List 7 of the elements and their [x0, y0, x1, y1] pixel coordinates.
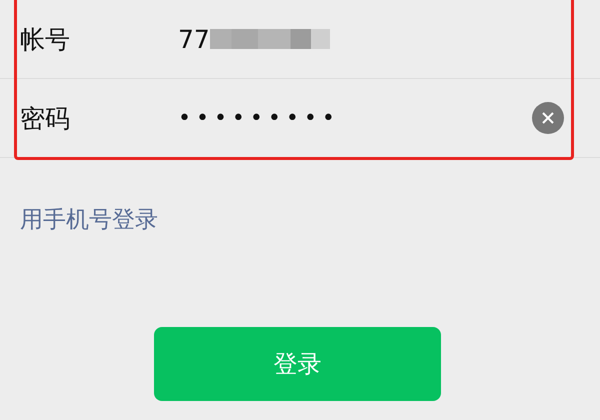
phone-login-link[interactable]: 用手机号登录 [20, 204, 158, 235]
field-label: 帐号 [20, 24, 71, 56]
clear-button[interactable] [532, 102, 564, 134]
account-field[interactable]: 77 [178, 24, 210, 54]
close-icon [541, 111, 555, 125]
field-label: 密码 [20, 102, 71, 134]
password-field[interactable]: ••••••••• [178, 106, 340, 130]
